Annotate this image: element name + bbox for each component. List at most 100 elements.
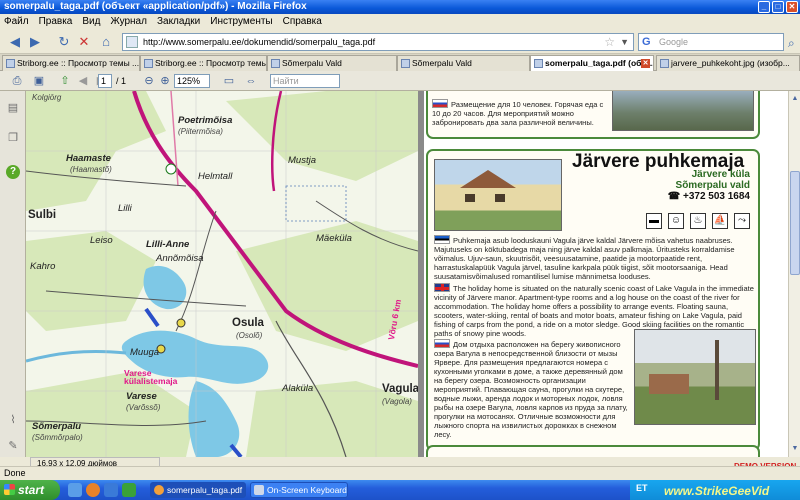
- scroll-down-icon[interactable]: ▼: [790, 443, 800, 455]
- menu-edit[interactable]: Правка: [39, 14, 73, 30]
- tab-favicon-icon: [534, 59, 543, 68]
- pages-icon[interactable]: ▤: [6, 101, 20, 115]
- map-label: Osula: [232, 317, 264, 329]
- map-label: Haamaste: [66, 153, 111, 164]
- maximize-icon[interactable]: □: [772, 1, 784, 13]
- map-label: Kolgiōrg: [32, 93, 62, 102]
- zoom-value: 125%: [177, 76, 201, 86]
- menu-bookmarks[interactable]: Закладки: [157, 14, 200, 30]
- taskbar-button-label: somerpalu_taga.pdf (...: [167, 485, 246, 495]
- firefox-quicklaunch-icon[interactable]: [86, 483, 100, 497]
- listing-text-russian: Дом отдыха расположен на берегу живописн…: [434, 339, 628, 439]
- minimize-icon[interactable]: _: [758, 1, 770, 13]
- zoom-select[interactable]: 125% ▾: [174, 74, 210, 98]
- tab-striborg-2[interactable]: Striborg.ee :: Просмотр темы ...: [140, 55, 267, 71]
- messenger-quicklaunch-icon[interactable]: [122, 483, 136, 497]
- stop-icon[interactable]: ✕: [76, 33, 92, 51]
- menu-tools[interactable]: Инструменты: [210, 14, 272, 30]
- pdf-document-area[interactable]: Kolgiōrg Poetrimõisa (Piitermõisa) Haama…: [26, 91, 788, 457]
- tab-jarvere-jpg[interactable]: jarvere_puhkekoht.jpg (изобр...: [656, 55, 800, 71]
- listing-village: Järvere küla: [691, 169, 750, 180]
- next-listing-card: [426, 445, 760, 457]
- zoom-in-icon[interactable]: ⊕: [158, 74, 172, 88]
- reload-icon[interactable]: ↻: [56, 33, 72, 51]
- site-favicon-icon: [126, 36, 138, 48]
- map-label: Lilli: [118, 203, 132, 214]
- paperclip-icon[interactable]: ⌇: [6, 413, 20, 427]
- navigation-toolbar: ◀ ▶ ↻ ✕ ⌂ http://www.somerpalu.ee/dokume…: [0, 30, 800, 54]
- forward-icon[interactable]: ▶: [26, 33, 44, 51]
- taskbar-button-firefox[interactable]: somerpalu_taga.pdf (...: [150, 482, 246, 498]
- map-label: (Vagola): [382, 397, 412, 406]
- prev-page-icon[interactable]: ◀: [76, 74, 90, 88]
- search-input[interactable]: G Google: [638, 33, 784, 51]
- tab-favicon-icon: [401, 59, 410, 68]
- tab-label: Sõmerpalu Vald: [412, 58, 472, 68]
- close-icon[interactable]: ✕: [786, 1, 798, 13]
- boat-icon: ⛵: [712, 213, 728, 229]
- map-label: (Piitermõisa): [178, 127, 223, 136]
- listing-parish: Sõmerpalu vald: [675, 180, 750, 191]
- taskbar-button-keyboard[interactable]: On-Screen Keyboard: [250, 482, 348, 498]
- keyboard-icon: [254, 485, 264, 495]
- menu-file[interactable]: Файл: [4, 14, 29, 30]
- estonian-flag-icon: [434, 235, 450, 244]
- back-icon[interactable]: ◀: [4, 33, 26, 51]
- scroll-up-icon[interactable]: ▲: [790, 93, 800, 105]
- tab-striborg-1[interactable]: Striborg.ee :: Просмотр темы ...: [2, 55, 140, 71]
- listing-phone: ☎ +372 503 1684: [667, 191, 750, 202]
- page-total: / 1: [116, 76, 127, 86]
- taskbar-button-label: On-Screen Keyboard: [267, 485, 347, 495]
- tab-label: jarvere_puhkekoht.jpg (изобр...: [671, 58, 790, 68]
- russian-flag-icon: [432, 99, 448, 108]
- attachments-icon[interactable]: ❐: [6, 131, 20, 145]
- tab-label: Sõmerpalu Vald: [282, 58, 342, 68]
- bookmark-star-icon[interactable]: ☆: [604, 34, 615, 50]
- comments-icon[interactable]: ✎: [6, 439, 20, 453]
- menu-help[interactable]: Справка: [283, 14, 322, 30]
- save-icon[interactable]: ▣: [32, 74, 46, 88]
- show-desktop-icon[interactable]: [68, 483, 82, 497]
- tab-close-icon[interactable]: ✕: [641, 59, 650, 68]
- vertical-scrollbar[interactable]: ▲ ▼: [788, 91, 800, 457]
- url-bar[interactable]: http://www.somerpalu.ee/dokumendid/somer…: [122, 33, 634, 51]
- first-page-icon[interactable]: ⇧: [58, 74, 72, 88]
- ie-quicklaunch-icon[interactable]: [104, 483, 118, 497]
- sauna-icon: ♨: [690, 213, 706, 229]
- map-label: Annõmõisa: [156, 253, 204, 264]
- tab-label: Striborg.ee :: Просмотр темы ...: [155, 58, 267, 68]
- page-number-input[interactable]: 1: [98, 74, 112, 88]
- map-label: (Osolõ): [236, 331, 263, 340]
- jarvere-lake-photo: [634, 329, 756, 425]
- window-titlebar[interactable]: somerpalu_taga.pdf (объект «application/…: [0, 0, 800, 14]
- scrollbar-thumb[interactable]: [790, 171, 800, 275]
- tab-somerpalu-vald-2[interactable]: Sõmerpalu Vald: [397, 55, 530, 71]
- google-icon[interactable]: G: [642, 35, 656, 49]
- map-label: Alaküla: [282, 383, 314, 394]
- tab-favicon-icon: [271, 59, 280, 68]
- fit-width-icon[interactable]: ⇔: [244, 74, 258, 88]
- find-input[interactable]: Найти: [270, 74, 340, 88]
- previous-listing-card: Размещение для 10 человек. Горячая еда с…: [426, 91, 760, 139]
- start-button[interactable]: start: [0, 480, 60, 500]
- help-icon[interactable]: ?: [6, 165, 20, 179]
- search-icon[interactable]: ⌕: [788, 36, 795, 51]
- menu-view[interactable]: Вид: [82, 14, 100, 30]
- map-label: Mäeküla: [316, 233, 352, 244]
- listing-text-estonian: Puhkemaja asub looduskauni Vagula järve …: [434, 235, 735, 281]
- tab-somerpalu-pdf[interactable]: somerpalu_taga.pdf (объ... ✕: [530, 55, 654, 72]
- fit-page-icon[interactable]: ▭: [222, 74, 236, 88]
- home-icon[interactable]: ⌂: [98, 33, 114, 51]
- print-icon[interactable]: ⎙: [10, 74, 24, 88]
- zoom-out-icon[interactable]: ⊖: [142, 74, 156, 88]
- map-label: Leiso: [90, 235, 113, 246]
- language-indicator[interactable]: ET: [636, 483, 648, 493]
- previous-listing-text: Размещение для 10 человек. Горячая еда с…: [432, 99, 604, 127]
- russian-flag-icon: [434, 339, 450, 348]
- url-dropdown-icon[interactable]: ▼: [620, 34, 629, 50]
- map-label: Varese külalistemaja: [124, 368, 178, 386]
- tab-somerpalu-vald-1[interactable]: Sõmerpalu Vald: [267, 55, 397, 71]
- map-label: Muuga: [130, 347, 160, 358]
- fishing-icon: ⤳: [734, 213, 750, 229]
- menu-history[interactable]: Журнал: [110, 14, 147, 30]
